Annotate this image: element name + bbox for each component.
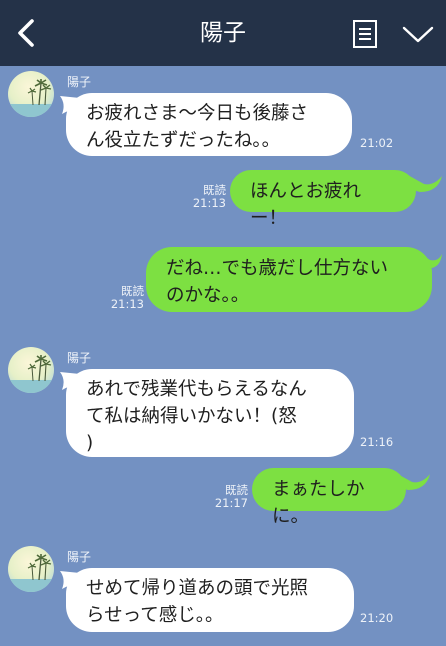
chat-header: 陽子	[0, 0, 446, 66]
message-line: のかな。。	[166, 285, 250, 306]
sender-name: 陽子	[67, 351, 92, 365]
message-time: 21:13	[192, 196, 226, 210]
read-receipt: 既読 21:17	[208, 484, 248, 510]
message-bubble-received[interactable]: お疲れさま〜今日も後藤さ ん役立たずだったね。。	[66, 93, 352, 156]
message-line: せめて帰り道あの頭で光照	[86, 578, 309, 599]
chevron-left-icon	[18, 19, 34, 47]
message-line: お疲れさま〜今日も後藤さ	[86, 103, 309, 124]
read-receipt: 既読 21:13	[186, 184, 226, 210]
chevron-down-icon	[402, 26, 434, 43]
notes-menu-icon	[353, 20, 377, 48]
avatar[interactable]	[8, 71, 54, 117]
message-line: まぁたしかに。	[272, 479, 365, 527]
message-bubble-sent[interactable]: まぁたしかに。	[252, 468, 406, 527]
avatar[interactable]	[8, 546, 54, 592]
back-button[interactable]	[8, 14, 44, 52]
message-line: らせって感じ。。	[86, 605, 224, 626]
message-time: 21:13	[110, 297, 144, 311]
avatar-image	[8, 347, 54, 393]
message-bubble-sent[interactable]: ほんとお疲れー！	[230, 170, 416, 229]
message-line: あれで残業代もらえるなん	[86, 379, 307, 400]
message-time: 21:16	[360, 435, 394, 449]
sender-name: 陽子	[67, 75, 92, 89]
message-line: だね…でも歳だし仕方ない	[166, 258, 389, 279]
message-time: 21:20	[360, 611, 394, 625]
avatar[interactable]	[8, 347, 54, 393]
message-time: 21:17	[214, 496, 248, 510]
message-line: て私は納得いかない！(怒	[86, 406, 297, 427]
message-time: 21:02	[360, 136, 394, 150]
message-line: )	[86, 433, 94, 454]
message-bubble-received[interactable]: せめて帰り道あの頭で光照 らせって感じ。。	[66, 568, 354, 632]
avatar-image	[8, 71, 54, 117]
avatar-image	[8, 546, 54, 592]
read-receipt: 既読 21:13	[104, 285, 144, 311]
menu-button[interactable]	[350, 18, 380, 50]
message-line: ほんとお疲れー！	[250, 181, 362, 229]
message-line: ん役立たずだったね。。	[86, 130, 281, 151]
sender-name: 陽子	[67, 550, 92, 564]
message-bubble-received[interactable]: あれで残業代もらえるなん て私は納得いかない！(怒 )	[66, 369, 354, 457]
collapse-button[interactable]	[400, 20, 436, 48]
message-bubble-sent[interactable]: だね…でも歳だし仕方ない のかな。。	[146, 247, 432, 312]
